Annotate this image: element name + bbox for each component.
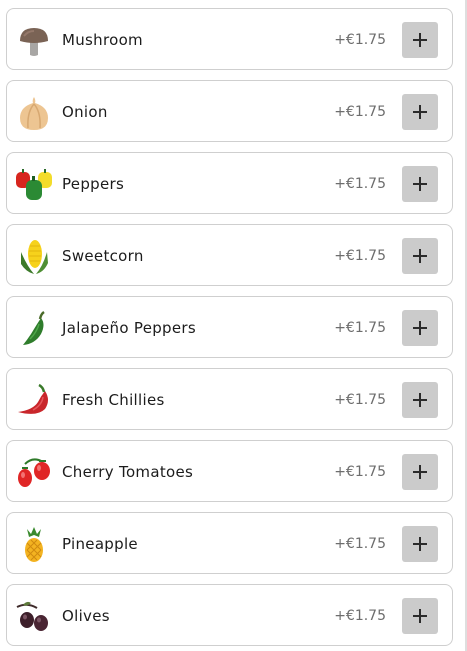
add-olives-button[interactable] [402,598,438,634]
topping-list: Mushroom +€1.75 Onion +€1.75 Peppers +€1… [0,0,467,651]
jalapeno-icon [15,310,53,348]
sweetcorn-icon [15,238,53,276]
plus-icon [402,526,438,562]
plus-icon [402,94,438,130]
add-jalapeno-button[interactable] [402,310,438,346]
topping-price: +€1.75 [334,536,386,552]
topping-row-cherry-tomatoes: Cherry Tomatoes +€1.75 [6,440,453,502]
plus-icon [402,238,438,274]
plus-icon [402,454,438,490]
topping-price: +€1.75 [334,176,386,192]
plus-icon [402,166,438,202]
cherry-tomatoes-icon [15,454,53,492]
topping-name: Sweetcorn [62,247,144,265]
add-onion-button[interactable] [402,94,438,130]
add-cherry-tomatoes-button[interactable] [402,454,438,490]
olives-icon [15,598,53,636]
topping-row-mushroom: Mushroom +€1.75 [6,8,453,70]
mushroom-icon [15,22,53,60]
topping-price: +€1.75 [334,104,386,120]
topping-price: +€1.75 [334,392,386,408]
plus-icon [402,598,438,634]
add-mushroom-button[interactable] [402,22,438,58]
pineapple-icon [15,526,53,564]
topping-name: Olives [62,607,110,625]
topping-price: +€1.75 [334,464,386,480]
topping-price: +€1.75 [334,248,386,264]
plus-icon [402,22,438,58]
topping-row-sweetcorn: Sweetcorn +€1.75 [6,224,453,286]
peppers-icon [15,166,53,204]
topping-row-pineapple: Pineapple +€1.75 [6,512,453,574]
topping-price: +€1.75 [334,608,386,624]
topping-name: Cherry Tomatoes [62,463,194,481]
topping-row-fresh-chillies: Fresh Chillies +€1.75 [6,368,453,430]
topping-row-onion: Onion +€1.75 [6,80,453,142]
topping-name: Mushroom [62,31,143,49]
topping-price: +€1.75 [334,320,386,336]
topping-row-peppers: Peppers +€1.75 [6,152,453,214]
plus-icon [402,310,438,346]
topping-name: Jalapeño Peppers [62,319,196,337]
add-pineapple-button[interactable] [402,526,438,562]
topping-row-olives: Olives +€1.75 [6,584,453,646]
onion-icon [15,94,53,132]
topping-name: Fresh Chillies [62,391,165,409]
topping-row-jalapeno: Jalapeño Peppers +€1.75 [6,296,453,358]
add-sweetcorn-button[interactable] [402,238,438,274]
add-fresh-chillies-button[interactable] [402,382,438,418]
topping-name: Pineapple [62,535,138,553]
topping-name: Peppers [62,175,125,193]
topping-name: Onion [62,103,108,121]
topping-price: +€1.75 [334,32,386,48]
plus-icon [402,382,438,418]
chilli-icon [15,382,53,420]
add-peppers-button[interactable] [402,166,438,202]
